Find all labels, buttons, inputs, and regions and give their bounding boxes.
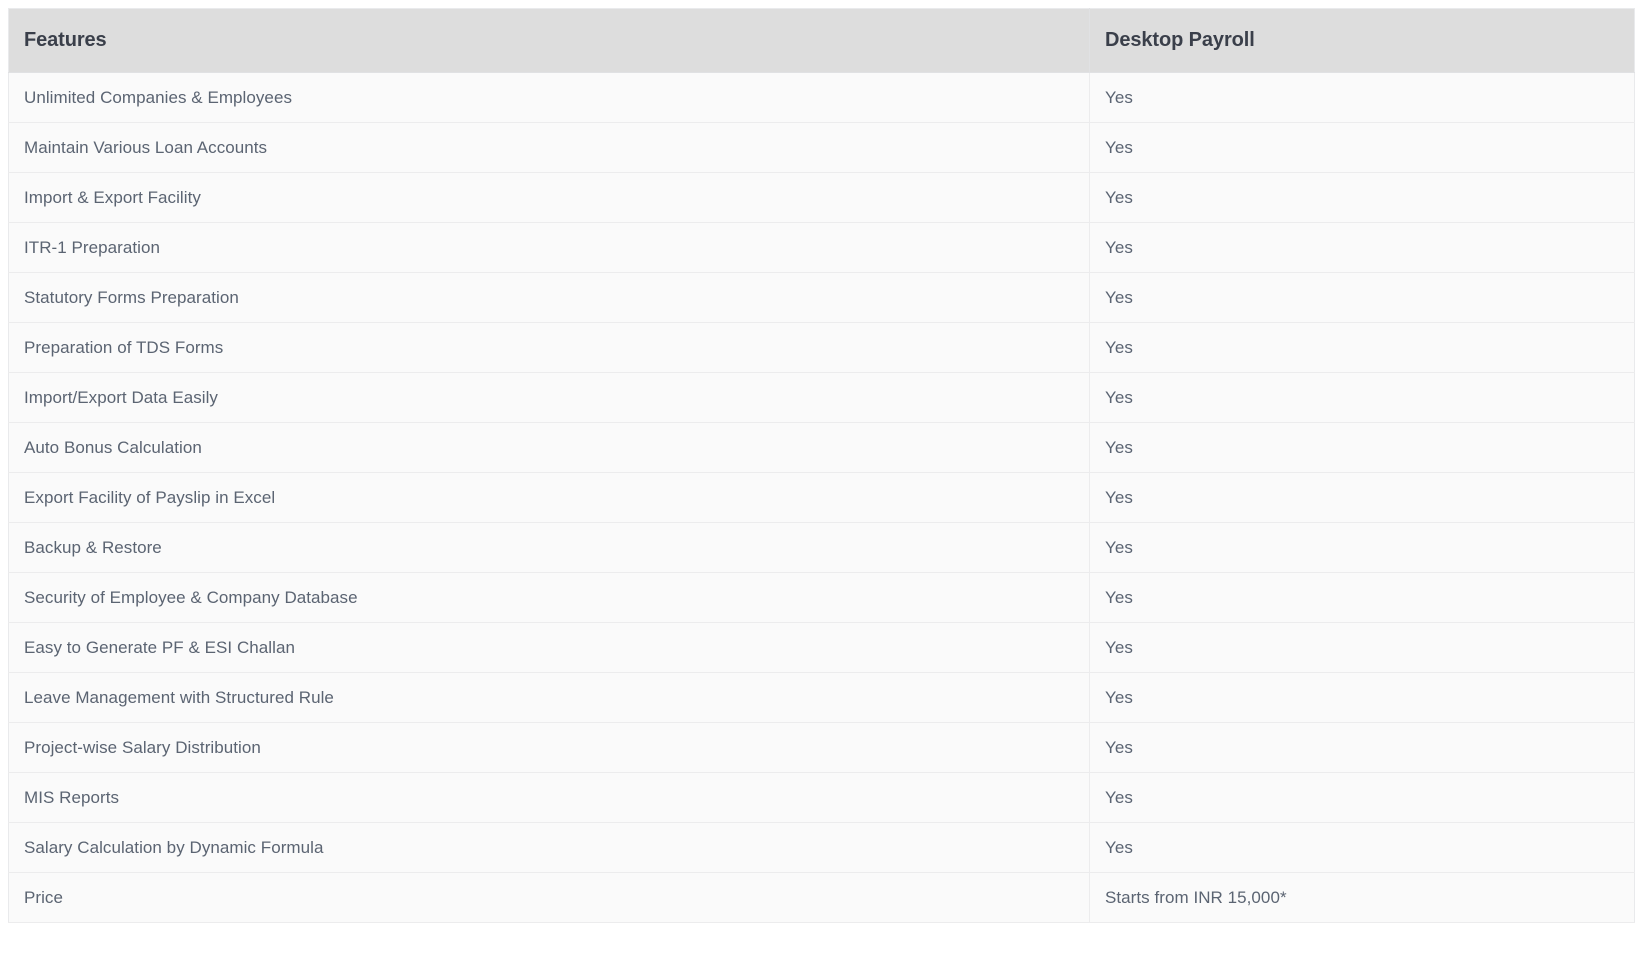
table-body: Unlimited Companies & Employees Yes Mainta… bbox=[8, 72, 1635, 923]
table-header: Features Desktop Payroll bbox=[8, 8, 1635, 73]
cell-desktop-payroll-value: Yes bbox=[1089, 672, 1635, 723]
table-row: Backup & Restore Yes bbox=[8, 522, 1635, 573]
table-row: Preparation of TDS Forms Yes bbox=[8, 322, 1635, 373]
cell-desktop-payroll-value: Yes bbox=[1089, 572, 1635, 623]
cell-desktop-payroll-value: Yes bbox=[1089, 472, 1635, 523]
table-row: Statutory Forms Preparation Yes bbox=[8, 272, 1635, 323]
table-row: Import & Export Facility Yes bbox=[8, 172, 1635, 223]
cell-desktop-payroll-value: Yes bbox=[1089, 72, 1635, 123]
cell-desktop-payroll-value: Yes bbox=[1089, 272, 1635, 323]
table-row: Import/Export Data Easily Yes bbox=[8, 372, 1635, 423]
cell-feature: MIS Reports bbox=[8, 772, 1090, 823]
cell-feature: Auto Bonus Calculation bbox=[8, 422, 1090, 473]
table-row: Leave Management with Structured Rule Yes bbox=[8, 672, 1635, 723]
table-row: Unlimited Companies & Employees Yes bbox=[8, 72, 1635, 123]
table-row: Security of Employee & Company Database Y… bbox=[8, 572, 1635, 623]
cell-feature: Statutory Forms Preparation bbox=[8, 272, 1090, 323]
table-row: MIS Reports Yes bbox=[8, 772, 1635, 823]
cell-feature: Unlimited Companies & Employees bbox=[8, 72, 1090, 123]
cell-desktop-payroll-value: Yes bbox=[1089, 622, 1635, 673]
cell-feature: Import & Export Facility bbox=[8, 172, 1090, 223]
cell-desktop-payroll-value: Yes bbox=[1089, 322, 1635, 373]
cell-desktop-payroll-value: Yes bbox=[1089, 372, 1635, 423]
cell-feature: Import/Export Data Easily bbox=[8, 372, 1090, 423]
table-row: ITR-1 Preparation Yes bbox=[8, 222, 1635, 273]
cell-feature: Leave Management with Structured Rule bbox=[8, 672, 1090, 723]
column-header-features: Features bbox=[8, 8, 1090, 73]
cell-desktop-payroll-value: Yes bbox=[1089, 822, 1635, 873]
table-row: Maintain Various Loan Accounts Yes bbox=[8, 122, 1635, 173]
cell-desktop-payroll-value: Yes bbox=[1089, 772, 1635, 823]
cell-feature: ITR-1 Preparation bbox=[8, 222, 1090, 273]
cell-feature: Export Facility of Payslip in Excel bbox=[8, 472, 1090, 523]
table-row: Project-wise Salary Distribution Yes bbox=[8, 722, 1635, 773]
cell-desktop-payroll-value: Yes bbox=[1089, 222, 1635, 273]
cell-desktop-payroll-value: Yes bbox=[1089, 122, 1635, 173]
table-header-row: Features Desktop Payroll bbox=[8, 8, 1635, 73]
cell-feature: Maintain Various Loan Accounts bbox=[8, 122, 1090, 173]
cell-feature: Project-wise Salary Distribution bbox=[8, 722, 1090, 773]
cell-feature: Easy to Generate PF & ESI Challan bbox=[8, 622, 1090, 673]
table-row: Auto Bonus Calculation Yes bbox=[8, 422, 1635, 473]
cell-desktop-payroll-value: Yes bbox=[1089, 172, 1635, 223]
cell-desktop-payroll-value: Yes bbox=[1089, 422, 1635, 473]
feature-comparison-table: Features Desktop Payroll Unlimited Compa… bbox=[8, 8, 1635, 923]
feature-comparison-table-container: Features Desktop Payroll Unlimited Compa… bbox=[8, 8, 1635, 923]
column-header-desktop-payroll: Desktop Payroll bbox=[1089, 8, 1635, 73]
table-row: Salary Calculation by Dynamic Formula Yes bbox=[8, 822, 1635, 873]
cell-feature: Preparation of TDS Forms bbox=[8, 322, 1090, 373]
table-row: Price Starts from INR 15,000* bbox=[8, 872, 1635, 923]
cell-desktop-payroll-value: Starts from INR 15,000* bbox=[1089, 872, 1635, 923]
cell-desktop-payroll-value: Yes bbox=[1089, 722, 1635, 773]
table-row: Export Facility of Payslip in Excel Yes bbox=[8, 472, 1635, 523]
cell-feature: Price bbox=[8, 872, 1090, 923]
cell-feature: Security of Employee & Company Database bbox=[8, 572, 1090, 623]
cell-desktop-payroll-value: Yes bbox=[1089, 522, 1635, 573]
table-row: Easy to Generate PF & ESI Challan Yes bbox=[8, 622, 1635, 673]
cell-feature: Salary Calculation by Dynamic Formula bbox=[8, 822, 1090, 873]
cell-feature: Backup & Restore bbox=[8, 522, 1090, 573]
